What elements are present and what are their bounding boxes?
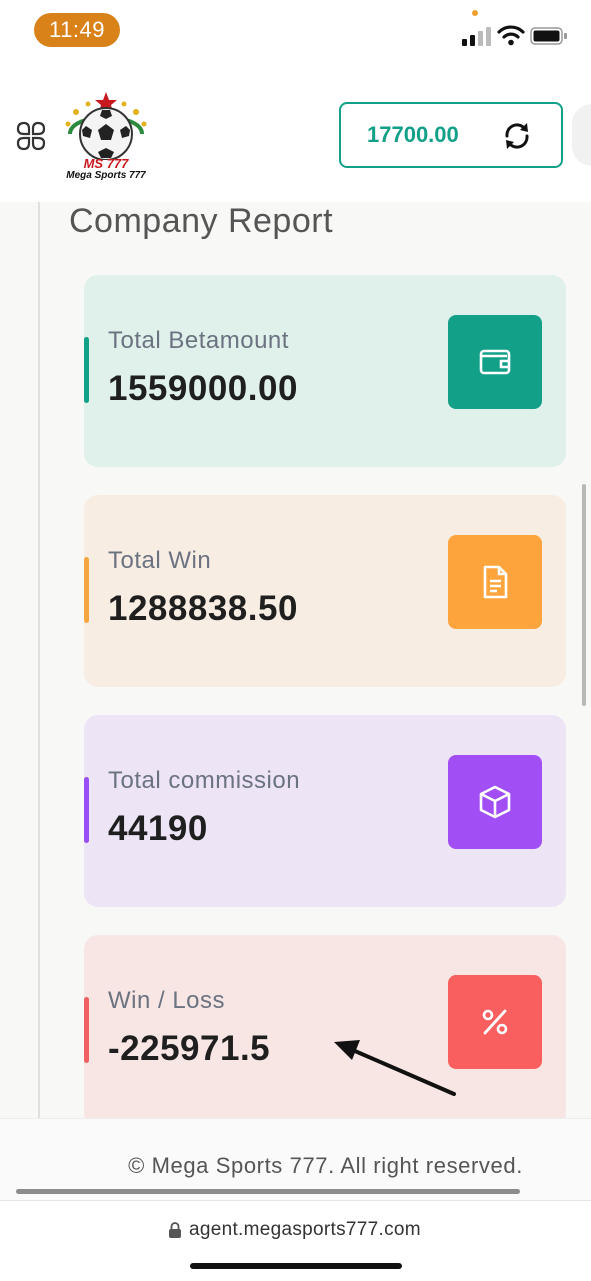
page-title: Company Report: [69, 202, 334, 240]
app-header: MS 777 Mega Sports 777 17700.00: [0, 64, 591, 203]
card-accent-bar: [84, 557, 89, 623]
card-accent-bar: [84, 997, 89, 1063]
horizontal-scrollbar[interactable]: [16, 1189, 520, 1194]
lock-icon: [169, 1222, 181, 1238]
soccer-ball-logo-icon: [65, 92, 147, 161]
card-total-commission: Total commission 44190: [84, 715, 566, 907]
logo-text-primary: MS 777: [83, 156, 129, 171]
sidebar-divider: [38, 202, 40, 1118]
card-accent-bar: [84, 777, 89, 843]
status-bar: 11:49: [0, 0, 591, 64]
balance-amount: 17700.00: [367, 122, 459, 147]
browser-url-bar[interactable]: agent.megasports777.com: [0, 1200, 591, 1281]
card-win-loss: Win / Loss -225971.5: [84, 935, 566, 1118]
card-label: Total commission: [108, 767, 301, 794]
card-label: Win / Loss: [108, 987, 226, 1014]
card-total-win: Total Win 1288838.50: [84, 495, 566, 687]
card-label: Total Betamount: [108, 327, 289, 354]
url-text[interactable]: agent.megasports777.com: [189, 1219, 421, 1241]
copyright-text: © Mega Sports 777. All right reserved.: [128, 1153, 523, 1178]
cellular-signal-icon: [462, 27, 491, 46]
battery-icon: [530, 27, 567, 45]
card-icon-box: [448, 535, 542, 629]
home-indicator[interactable]: [190, 1263, 402, 1269]
card-label: Total Win: [108, 547, 212, 574]
vertical-scrollbar[interactable]: [582, 484, 586, 706]
balance-display[interactable]: 17700.00: [339, 102, 563, 168]
logo-text-secondary: Mega Sports 777: [66, 170, 146, 181]
document-icon: [483, 565, 508, 599]
annotation-arrow-icon: [334, 1040, 456, 1096]
profile-avatar[interactable]: [572, 104, 591, 166]
card-icon-box: [448, 975, 542, 1069]
refresh-icon[interactable]: [501, 120, 533, 152]
cube-icon: [479, 785, 511, 819]
wifi-icon: [497, 25, 525, 46]
percent-icon: [482, 1009, 508, 1035]
card-value: 1559000.00: [108, 369, 298, 408]
menu-grid-icon[interactable]: [16, 121, 46, 151]
main-content: Company Report Total Betamount 1559000.0…: [0, 202, 591, 1118]
card-accent-bar: [84, 337, 89, 403]
status-time: 11:49: [34, 13, 120, 47]
wallet-icon: [479, 349, 511, 375]
card-value: 1288838.50: [108, 589, 298, 628]
card-total-betamount: Total Betamount 1559000.00: [84, 275, 566, 467]
page-footer: © Mega Sports 777. All right reserved.: [0, 1118, 591, 1201]
card-icon-box: [448, 315, 542, 409]
card-icon-box: [448, 755, 542, 849]
card-value: -225971.5: [108, 1029, 271, 1068]
card-value: 44190: [108, 809, 208, 848]
brand-logo[interactable]: MS 777 Mega Sports 777: [58, 90, 154, 186]
privacy-indicator-dot: [472, 10, 478, 16]
